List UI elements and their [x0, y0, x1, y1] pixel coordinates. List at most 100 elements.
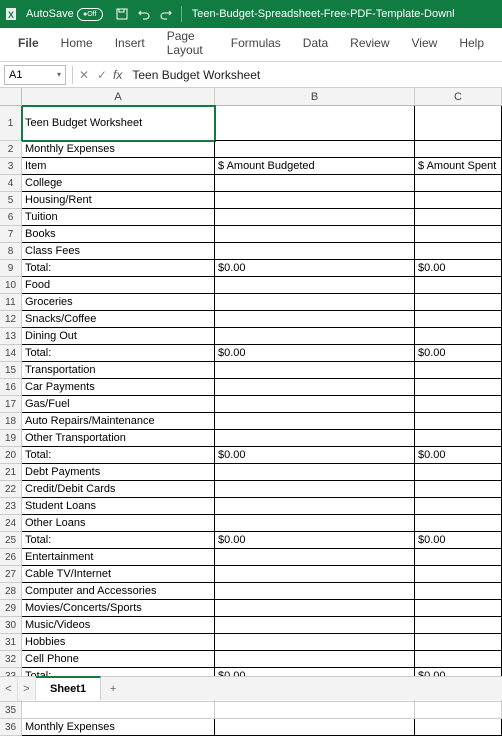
row-header[interactable]: 20 [0, 447, 22, 464]
cell[interactable] [215, 651, 415, 668]
cell[interactable] [215, 600, 415, 617]
cell[interactable]: $ Amount Spent [415, 158, 502, 175]
cell[interactable] [215, 328, 415, 345]
tab-page-layout[interactable]: Page Layout [157, 23, 219, 63]
cell[interactable] [215, 549, 415, 566]
cell[interactable]: $ Amount Budgeted [215, 158, 415, 175]
row-header[interactable]: 16 [0, 379, 22, 396]
row-header[interactable]: 26 [0, 549, 22, 566]
redo-icon[interactable] [157, 5, 175, 23]
row-header[interactable]: 14 [0, 345, 22, 362]
tab-data[interactable]: Data [293, 30, 338, 56]
cell[interactable]: Entertainment [22, 549, 215, 566]
row-header[interactable]: 4 [0, 175, 22, 192]
cell[interactable]: Groceries [22, 294, 215, 311]
save-icon[interactable] [113, 5, 131, 23]
cell[interactable] [415, 277, 502, 294]
cell[interactable]: $0.00 [415, 447, 502, 464]
col-header-b[interactable]: B [215, 88, 415, 105]
cell[interactable] [415, 566, 502, 583]
cell[interactable]: $0.00 [215, 447, 415, 464]
name-box[interactable]: A1 ▾ [4, 65, 66, 85]
autosave-toggle[interactable]: AutoSave ● Off [26, 8, 103, 21]
cell[interactable] [415, 379, 502, 396]
cell[interactable] [215, 515, 415, 532]
row-header[interactable]: 36 [0, 719, 22, 736]
cell[interactable]: Auto Repairs/Maintenance [22, 413, 215, 430]
cell[interactable]: $0.00 [215, 532, 415, 549]
cell[interactable] [215, 294, 415, 311]
cell[interactable] [415, 515, 502, 532]
row-header[interactable]: 17 [0, 396, 22, 413]
select-all-corner[interactable] [0, 88, 22, 106]
cell[interactable] [415, 498, 502, 515]
row-header[interactable]: 5 [0, 192, 22, 209]
cell[interactable]: Tuition [22, 209, 215, 226]
tab-review[interactable]: Review [340, 30, 399, 56]
row-header[interactable]: 8 [0, 243, 22, 260]
row-header[interactable]: 25 [0, 532, 22, 549]
cell[interactable] [215, 106, 415, 141]
tab-view[interactable]: View [402, 30, 448, 56]
cell[interactable]: $0.00 [215, 260, 415, 277]
cell[interactable] [415, 600, 502, 617]
cell[interactable] [415, 106, 502, 141]
cell[interactable]: Food [22, 277, 215, 294]
row-header[interactable]: 2 [0, 141, 22, 158]
cell[interactable] [215, 464, 415, 481]
cell[interactable]: Transportation [22, 362, 215, 379]
col-header-a[interactable]: A [22, 88, 215, 105]
cell[interactable]: Car Payments [22, 379, 215, 396]
tab-insert[interactable]: Insert [105, 30, 155, 56]
cell[interactable] [415, 294, 502, 311]
col-header-c[interactable]: C [415, 88, 502, 105]
cell[interactable]: Housing/Rent [22, 192, 215, 209]
cell[interactable] [215, 481, 415, 498]
next-sheet-icon[interactable]: > [18, 677, 36, 701]
cell[interactable] [415, 209, 502, 226]
row-header[interactable]: 12 [0, 311, 22, 328]
cell[interactable] [415, 175, 502, 192]
cell[interactable]: $0.00 [415, 260, 502, 277]
cell[interactable]: Debt Payments [22, 464, 215, 481]
row-header[interactable]: 3 [0, 158, 22, 175]
cell[interactable] [215, 379, 415, 396]
cell[interactable] [415, 617, 502, 634]
row-header[interactable]: 7 [0, 226, 22, 243]
cell[interactable] [215, 209, 415, 226]
row-header[interactable]: 23 [0, 498, 22, 515]
cell[interactable]: $0.00 [415, 345, 502, 362]
row-header[interactable]: 22 [0, 481, 22, 498]
row-header[interactable]: 18 [0, 413, 22, 430]
row-header[interactable]: 27 [0, 566, 22, 583]
row-header[interactable]: 29 [0, 600, 22, 617]
sheet-tab[interactable]: Sheet1 [36, 676, 101, 700]
enter-icon[interactable]: ✓ [93, 66, 111, 84]
cell[interactable] [215, 498, 415, 515]
cell[interactable] [415, 634, 502, 651]
tab-help[interactable]: Help [449, 30, 494, 56]
cell[interactable] [22, 702, 215, 719]
row-header[interactable]: 11 [0, 294, 22, 311]
row-header[interactable]: 35 [0, 702, 22, 719]
cell[interactable] [215, 362, 415, 379]
cell[interactable] [415, 481, 502, 498]
cell[interactable] [415, 464, 502, 481]
row-header[interactable]: 28 [0, 583, 22, 600]
cell[interactable] [415, 311, 502, 328]
cell[interactable] [415, 192, 502, 209]
row-header[interactable]: 9 [0, 260, 22, 277]
cell[interactable]: Item [22, 158, 215, 175]
row-header[interactable]: 13 [0, 328, 22, 345]
cell[interactable] [415, 702, 502, 719]
cell[interactable] [415, 396, 502, 413]
cell[interactable]: Total: [22, 447, 215, 464]
cell[interactable]: Books [22, 226, 215, 243]
cell[interactable] [215, 617, 415, 634]
cell[interactable]: Hobbies [22, 634, 215, 651]
row-header[interactable]: 32 [0, 651, 22, 668]
cell[interactable]: Music/Videos [22, 617, 215, 634]
cell[interactable]: Credit/Debit Cards [22, 481, 215, 498]
cell[interactable] [215, 277, 415, 294]
tab-formulas[interactable]: Formulas [221, 30, 291, 56]
